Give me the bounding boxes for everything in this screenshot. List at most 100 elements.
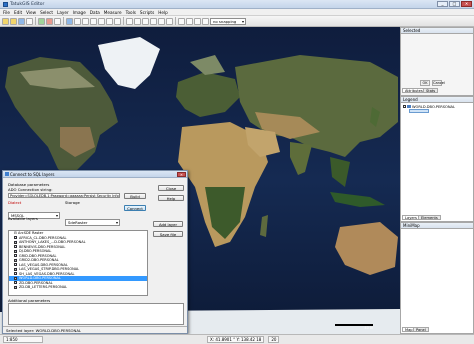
save-icon[interactable] [18,17,25,25]
add-layer-button[interactable]: Add layer [153,221,183,227]
full-extent-icon[interactable] [98,17,105,25]
toolbar-separator [35,17,36,25]
minimap-panel: MiniMap Map Panel [400,222,474,334]
draw-polygon-icon[interactable] [150,17,157,25]
selected-ok-button[interactable]: OK [420,80,430,86]
menu-image[interactable]: Image [73,10,86,15]
status-scale: 1:850 [3,336,43,343]
menu-data[interactable]: Data [90,10,100,15]
toolbar-separator [175,17,176,25]
layer-name: GRID.DBO.PERSONAL [19,253,57,258]
draw-line-icon[interactable] [142,17,149,25]
layer-checkbox[interactable] [14,245,18,249]
snap-icon[interactable] [202,17,209,25]
build-button[interactable]: Build [124,193,146,199]
legend-panel-header: Legend [401,97,473,103]
menu-scripts[interactable]: Scripts [140,10,154,15]
layer-checkbox[interactable] [14,281,18,285]
close-button[interactable]: ✕ [461,1,472,7]
layer-name: ZD.DBO.PERSONAL [19,280,53,285]
layer-name: ANTHONY_LAKES_...D.DBO.PERSONAL [19,240,86,244]
database-icon [5,172,9,176]
measure-icon[interactable] [178,17,185,25]
connect-button[interactable]: Connect [124,205,146,211]
storage-label: Storage [65,200,80,205]
dialog-close-icon[interactable]: ✕ [177,172,186,177]
redo-icon[interactable] [166,17,173,25]
available-layers-list[interactable]: ⊟ ArcSDE Raster AFRICA_CL.DBO.PERSONAL A… [8,230,148,296]
menu-tools[interactable]: Tools [126,10,136,15]
new-file-icon[interactable] [2,17,9,25]
selected-cancel-button[interactable]: Cancel [432,80,445,86]
layer-checkbox[interactable] [14,285,18,290]
snapping-combo[interactable]: no snapping [210,17,246,25]
layer-checkbox[interactable] [14,240,18,245]
layer-name: GRID2.DBO.PERSONAL [19,258,59,262]
add-layer-icon[interactable] [38,17,45,25]
layer-name: WORLD.DBO.PERSONAL [19,276,61,280]
menu-edit[interactable]: Edit [14,10,22,15]
toolbar: no snapping [0,16,474,27]
layer-checkbox[interactable] [14,267,18,272]
tree-root-label: ArcSDE Raster [18,231,44,235]
tab-stats[interactable]: Stats [423,88,439,93]
find-icon[interactable] [194,17,201,25]
save-file-button[interactable]: Save file [153,231,183,237]
layer-checkbox[interactable] [14,263,18,267]
window-title: TatukGIS Editor [10,1,45,7]
status-bar: 1:850 X: 41.8901 ° Y: 138.42 18 20 [0,334,474,344]
minimize-button[interactable]: _ [437,1,448,7]
scale-bar: 40 ki [335,324,373,330]
layer-name: AFRICA_CL.DBO.PERSONAL [19,235,67,240]
dialog-close-button[interactable]: Close [158,185,184,191]
edit-vertex-icon[interactable] [126,17,133,25]
layer-name: SH_LAS_VEGAS.DBO.PERSONAL [19,271,75,276]
layer-checkbox[interactable] [14,272,18,276]
minimap-panel-header: MiniMap [401,223,473,229]
dialog-title-bar: Connect to SQL layers ✕ [3,171,187,178]
print-icon[interactable] [26,17,33,25]
previous-extent-icon[interactable] [106,17,113,25]
app-icon [3,1,8,7]
undo-icon[interactable] [158,17,165,25]
pan-hand-icon[interactable] [90,17,97,25]
legend-layer-checkbox[interactable] [403,105,406,108]
title-bar: TatukGIS Editor _ □ ✕ [0,0,474,9]
zoom-in-icon[interactable] [74,17,81,25]
storage-select[interactable]: SdeRaster [65,219,120,226]
toolbar-separator [123,17,124,25]
ado-connection-input[interactable]: Provider=SQLOLEDB.1;Password=aaaaaa;Pers… [8,193,120,198]
menu-view[interactable]: View [26,10,36,15]
layer-checkbox[interactable] [14,236,18,240]
list-item[interactable]: ZD.DB_LETTERS.PERSONAL [9,285,147,290]
tab-elements[interactable]: Elements [418,215,441,220]
maximize-button[interactable]: □ [449,1,460,7]
additional-params-input[interactable] [8,303,184,325]
selected-panel-header: Selected [401,28,473,34]
legend-panel: Legend WORLD.DBO.PERSONAL Layers Element… [400,96,474,222]
menu-help[interactable]: Help [158,10,168,15]
layer-checkbox[interactable] [14,249,18,254]
next-extent-icon[interactable] [114,17,121,25]
layer-checkbox[interactable] [14,258,18,263]
status-zoom: 20 [268,336,280,343]
legend-layer-preview [409,109,429,113]
info-icon[interactable] [186,17,193,25]
dialog-help-button[interactable]: Help [158,195,184,201]
remove-layer-icon[interactable] [46,17,53,25]
layer-properties-icon[interactable] [54,17,61,25]
window-controls: _ □ ✕ [437,1,472,7]
available-layers-label: Available layers [8,216,38,221]
menu-file[interactable]: File [3,10,10,15]
select-arrow-icon[interactable] [66,17,73,25]
tab-panel[interactable]: Panel [413,327,429,332]
layer-checkbox[interactable] [14,254,18,258]
open-folder-icon[interactable] [10,17,17,25]
draw-point-icon[interactable] [134,17,141,25]
dialog-status-bar: Selected layer: WORLD.DBO.PERSONAL [3,326,187,334]
menu-layer[interactable]: Layer [57,10,69,15]
menu-select[interactable]: Select [40,10,53,15]
zoom-out-icon[interactable] [82,17,89,25]
layer-checkbox[interactable] [14,276,18,281]
menu-measure[interactable]: Measure [104,10,122,15]
